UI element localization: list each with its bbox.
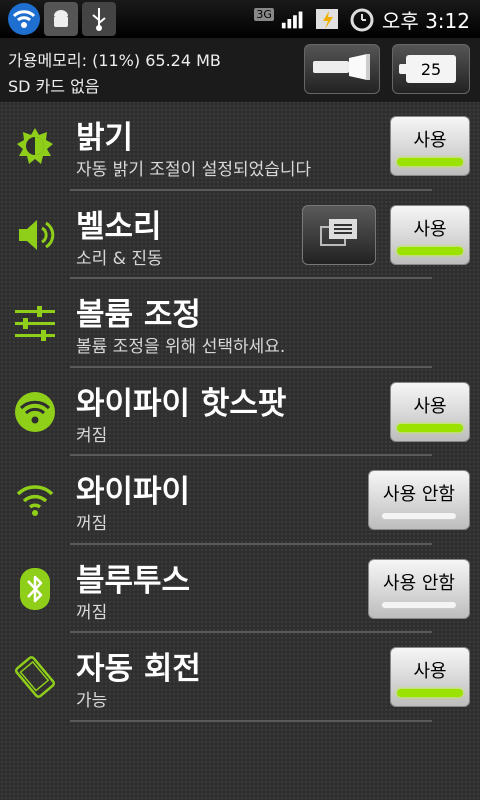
signal-icon xyxy=(280,5,308,33)
setting-row-wifi-hotspot[interactable]: 와이파이 핫스팟 켜짐 사용 xyxy=(0,368,480,457)
status-bar: 3G 오후 3:12 xyxy=(0,0,480,38)
bluetooth-toggle[interactable]: 사용 안함 xyxy=(368,558,470,619)
settings-list: 밝기 자동 밝기 조절이 설정되었습니다 사용 벨소리 소리 & 진동 사용 볼… xyxy=(0,102,480,722)
setting-subtitle: 꺼짐 xyxy=(76,602,108,623)
toggle-indicator xyxy=(397,689,463,697)
setting-subtitle: 자동 밝기 조절이 설정되었습니다 xyxy=(76,160,312,180)
setting-title: 와이파이 xyxy=(76,474,191,510)
setting-row-ringtone[interactable]: 벨소리 소리 & 진동 사용 xyxy=(0,191,480,280)
alarm-icon xyxy=(348,5,376,33)
battery-level: 25 xyxy=(420,59,442,79)
battery-charging-icon xyxy=(314,5,342,33)
battery-button[interactable]: 25 xyxy=(392,44,470,94)
rotate-phone-icon xyxy=(10,653,60,701)
toggle-indicator xyxy=(397,423,463,432)
auto-rotate-toggle[interactable]: 사용 xyxy=(390,647,470,707)
usb-icon xyxy=(82,2,116,36)
message-icon xyxy=(319,217,359,253)
setting-row-auto-rotate[interactable]: 자동 회전 가능 사용 xyxy=(0,633,480,722)
bluetooth-icon xyxy=(10,565,60,613)
ringtone-toggle[interactable]: 사용 xyxy=(390,204,470,265)
wifi-hotspot-toggle[interactable]: 사용 xyxy=(390,381,470,442)
wifi-hotspot-icon xyxy=(8,3,40,35)
setting-subtitle: 가능 xyxy=(76,691,108,711)
setting-subtitle: 볼륨 조정을 위해 선택하세요. xyxy=(76,337,286,357)
setting-subtitle: 소리 & 진동 xyxy=(76,248,163,269)
toggle-label: 사용 xyxy=(413,661,447,682)
setting-title: 벨소리 xyxy=(76,208,162,245)
toggle-indicator xyxy=(397,158,463,166)
setting-title: 자동 회전 xyxy=(76,651,201,687)
setting-subtitle: 꺼짐 xyxy=(76,514,108,534)
volume-sliders-icon xyxy=(10,299,60,347)
toggle-label: 사용 xyxy=(413,395,447,417)
toggle-label: 사용 xyxy=(413,218,447,240)
memory-header: 가용메모리: (11%) 65.24 MB SD 카드 없음 25 xyxy=(0,38,480,102)
speaker-icon xyxy=(10,211,60,259)
setting-row-bluetooth[interactable]: 블루투스 꺼짐 사용 안함 xyxy=(0,545,480,634)
toggle-indicator xyxy=(381,512,457,520)
sd-card-status-text: SD 카드 없음 xyxy=(8,77,100,96)
setting-row-wifi[interactable]: 와이파이 꺼짐 사용 안함 xyxy=(0,456,480,545)
brightness-icon xyxy=(10,122,60,170)
available-memory-text: 가용메모리: (11%) 65.24 MB xyxy=(8,51,221,70)
setting-title: 블루투스 xyxy=(76,562,191,599)
setting-row-brightness[interactable]: 밝기 자동 밝기 조절이 설정되었습니다 사용 xyxy=(0,102,480,191)
setting-subtitle: 켜짐 xyxy=(76,425,108,446)
network-type-badge: 3G xyxy=(254,7,274,21)
wifi-hotspot-icon xyxy=(10,388,60,436)
message-sound-button[interactable] xyxy=(302,204,376,265)
toggle-label: 사용 xyxy=(413,130,447,151)
clock-time: 오후 3:12 xyxy=(381,8,470,33)
android-debug-icon xyxy=(44,2,78,36)
memory-info: 가용메모리: (11%) 65.24 MB SD 카드 없음 xyxy=(8,48,221,100)
setting-title: 밝기 xyxy=(76,120,134,156)
battery-icon: 25 xyxy=(399,55,456,83)
toggle-label: 사용 안함 xyxy=(383,484,455,505)
setting-title: 와이파이 핫스팟 xyxy=(76,385,287,422)
flashlight-button[interactable] xyxy=(304,44,380,94)
setting-title: 볼륨 조정 xyxy=(76,297,201,333)
toggle-label: 사용 안함 xyxy=(383,572,455,594)
wifi-icon xyxy=(10,476,60,524)
toggle-indicator xyxy=(381,600,457,609)
toggle-indicator xyxy=(397,246,463,255)
wifi-toggle[interactable]: 사용 안함 xyxy=(368,470,470,530)
brightness-toggle[interactable]: 사용 xyxy=(390,116,470,176)
setting-row-volume[interactable]: 볼륨 조정 볼륨 조정을 위해 선택하세요. xyxy=(0,279,480,368)
flashlight-icon xyxy=(311,52,373,86)
